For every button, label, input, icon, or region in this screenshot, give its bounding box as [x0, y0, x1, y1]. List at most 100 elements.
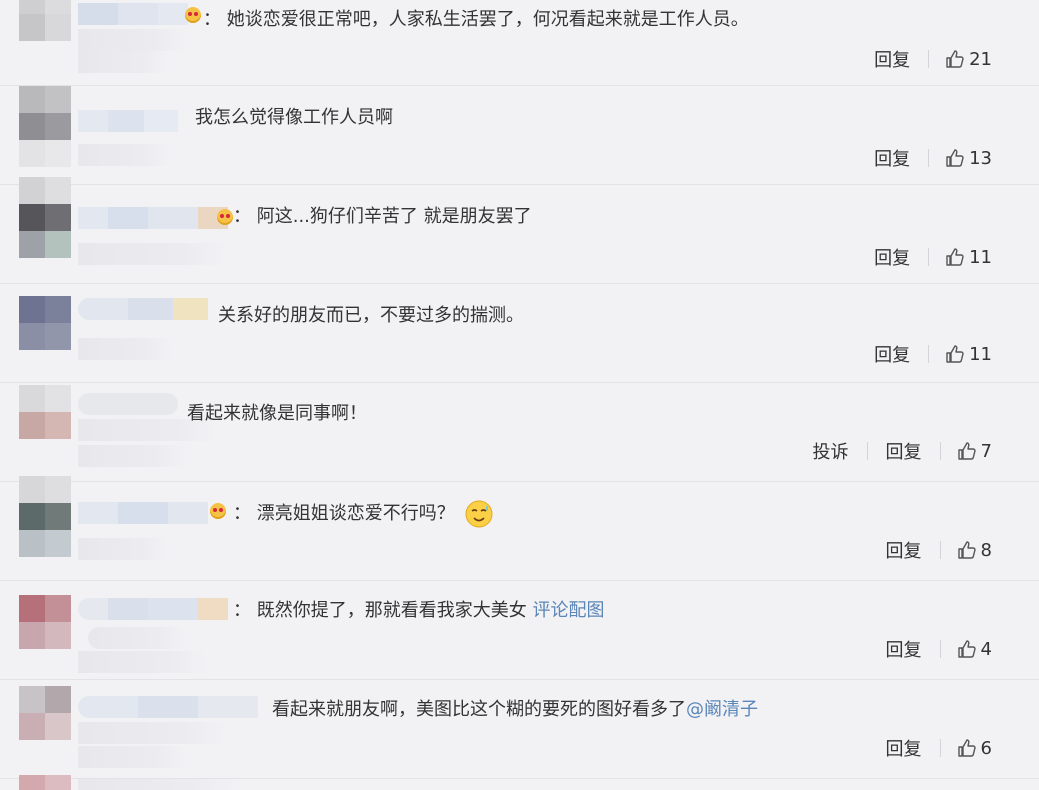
avatar[interactable]: [19, 775, 71, 790]
comment-image-link[interactable]: 评论配图: [532, 600, 604, 621]
mention-link[interactable]: @阚清子: [686, 699, 758, 720]
comment-actions: 回复 11: [872, 244, 992, 270]
blurred-text: [88, 627, 188, 649]
comment-text: 关系好的朋友而已，不要过多的揣测。: [218, 305, 524, 326]
username-link[interactable]: [78, 393, 178, 415]
like-count: 6: [980, 737, 992, 759]
avatar[interactable]: [19, 177, 71, 265]
comment-item: ： 她谈恋爱很正常吧，人家私生活罢了，何况看起来就是工作人员。 回复 21: [0, 0, 1039, 86]
divider: [928, 345, 930, 363]
thumbs-up-icon: [957, 739, 976, 757]
comment-item: 看起来就朋友啊，美图比这个糊的要死的图好看多了@阚清子 回复 6: [0, 680, 1039, 779]
like-button[interactable]: 13: [945, 148, 992, 169]
reply-button[interactable]: 回复: [872, 145, 912, 171]
avatar[interactable]: [19, 581, 71, 661]
blurred-text: [78, 722, 228, 744]
like-button[interactable]: 11: [945, 344, 992, 365]
reply-button[interactable]: 回复: [884, 537, 924, 563]
divider: [939, 541, 941, 559]
like-count: 11: [969, 246, 992, 268]
reply-button[interactable]: 回复: [884, 438, 924, 464]
like-count: 4: [980, 638, 992, 660]
thumbs-up-icon: [957, 541, 976, 559]
emoji-icon: [185, 7, 201, 23]
username-link[interactable]: [78, 207, 228, 229]
divider: [939, 739, 941, 757]
like-button[interactable]: 21: [945, 49, 992, 70]
like-count: 11: [969, 343, 992, 365]
comment-text: ： 既然你提了，那就看看我家大美女 评论配图: [233, 600, 605, 621]
avatar[interactable]: [19, 284, 71, 364]
blurred-text: [78, 538, 168, 560]
comment-actions: 回复 8: [884, 537, 992, 563]
comment-actions: 回复 11: [872, 341, 992, 367]
reply-button[interactable]: 回复: [872, 341, 912, 367]
comment-actions: 回复 6: [884, 735, 992, 761]
divider: [939, 640, 941, 658]
username-link[interactable]: [78, 502, 208, 524]
reply-button[interactable]: 回复: [884, 735, 924, 761]
comment-item: 关系好的朋友而已，不要过多的揣测。 回复 11: [0, 284, 1039, 383]
like-button[interactable]: 6: [957, 738, 992, 759]
like-button[interactable]: 11: [945, 247, 992, 268]
comment-text: ： 她谈恋爱很正常吧，人家私生活罢了，何况看起来就是工作人员。: [203, 9, 749, 30]
username-link[interactable]: [78, 110, 178, 132]
comment-list: ： 她谈恋爱很正常吧，人家私生活罢了，何况看起来就是工作人员。 回复 21 我怎…: [0, 0, 1039, 790]
blurred-text: [78, 243, 228, 265]
avatar[interactable]: [19, 0, 71, 67]
divider: [928, 248, 930, 266]
blurred-text: [78, 445, 188, 467]
reply-button[interactable]: 回复: [872, 46, 912, 72]
comment-actions: 回复 13: [872, 145, 992, 171]
thumbs-up-icon: [957, 640, 976, 658]
avatar[interactable]: [19, 680, 71, 760]
like-button[interactable]: 8: [957, 540, 992, 561]
username-link[interactable]: [78, 298, 208, 320]
comment-text: 看起来就朋友啊，美图比这个糊的要死的图好看多了@阚清子: [272, 699, 758, 720]
blurred-text: [78, 651, 208, 673]
blurred-text: [78, 779, 238, 790]
divider: [928, 50, 930, 68]
comment-actions: 投诉 回复 7: [811, 438, 992, 464]
reply-button[interactable]: 回复: [884, 636, 924, 662]
username-link[interactable]: [78, 598, 228, 620]
reply-button[interactable]: 回复: [872, 244, 912, 270]
divider: [939, 442, 941, 460]
comment-text: ： 漂亮姐姐谈恋爱不行吗？: [233, 500, 493, 528]
avatar[interactable]: [19, 86, 71, 167]
comment-text: 我怎么觉得像工作人员啊: [195, 107, 393, 128]
like-button[interactable]: 7: [957, 441, 992, 462]
comment-actions: 回复 4: [884, 636, 992, 662]
comment-text: ： 阿这...狗仔们辛苦了 就是朋友罢了: [233, 206, 532, 227]
divider: [866, 442, 868, 460]
avatar[interactable]: [19, 383, 71, 463]
like-count: 13: [969, 147, 992, 169]
like-count: 7: [980, 440, 992, 462]
comment-text: 看起来就像是同事啊！: [187, 403, 367, 424]
emoji-icon: [217, 209, 233, 225]
like-button[interactable]: 4: [957, 639, 992, 660]
username-link[interactable]: [78, 3, 198, 25]
thumbs-up-icon: [946, 50, 964, 68]
avatar[interactable]: [19, 476, 71, 562]
comment-item: 看起来就像是同事啊！ 投诉 回复 7: [0, 383, 1039, 482]
like-count: 8: [980, 539, 992, 561]
username-link[interactable]: [78, 696, 258, 718]
thumbs-up-icon: [946, 345, 964, 363]
comment-actions: 回复 21: [872, 46, 992, 72]
blurred-text: [78, 338, 173, 360]
blurred-text: [78, 29, 188, 51]
comment-item: ： 阿这...狗仔们辛苦了 就是朋友罢了 回复 11: [0, 177, 1039, 284]
report-button[interactable]: 投诉: [811, 438, 851, 464]
emoji-icon: [210, 503, 226, 519]
comment-item: 我怎么觉得像工作人员啊 回复 13: [0, 86, 1039, 185]
divider: [928, 149, 930, 167]
sweat-smile-emoji-icon: [465, 500, 493, 528]
thumbs-up-icon: [946, 149, 964, 167]
thumbs-up-icon: [957, 442, 976, 460]
comment-item: ： 漂亮姐姐谈恋爱不行吗？ 回复 8: [0, 476, 1039, 581]
blurred-text: [78, 51, 168, 73]
thumbs-up-icon: [946, 248, 964, 266]
blurred-text: [78, 144, 170, 166]
like-count: 21: [969, 48, 992, 70]
